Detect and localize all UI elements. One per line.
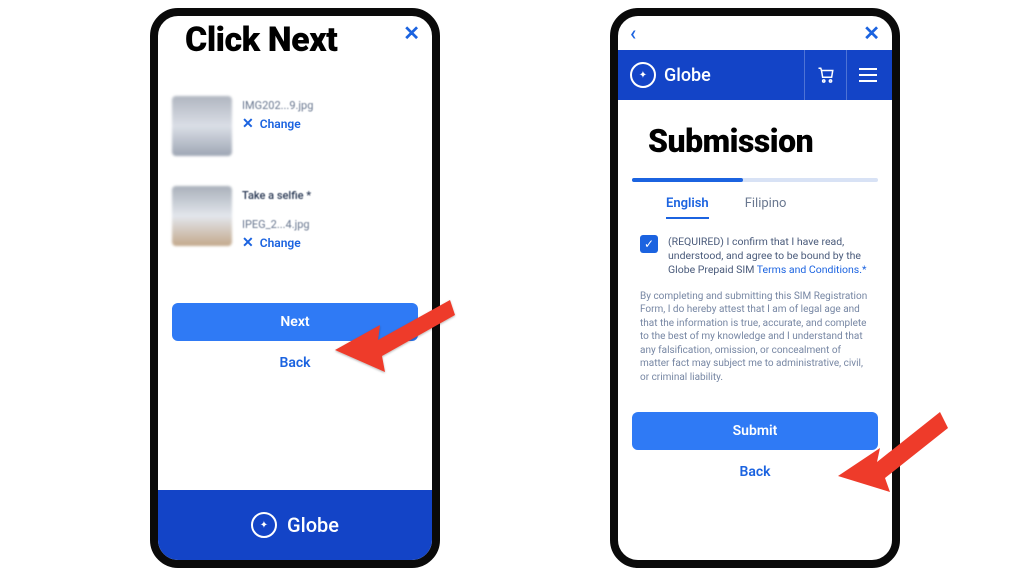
language-tabs: English Filipino	[666, 196, 892, 219]
menu-icon[interactable]	[846, 50, 888, 100]
consent-row: ✓ (REQUIRED) I confirm that I have read,…	[618, 227, 892, 282]
id-filename: IMG202...9.jpg	[242, 99, 418, 112]
cart-icon[interactable]	[804, 50, 846, 100]
selfie-thumb	[172, 186, 232, 246]
back-caret-icon[interactable]: ‹	[630, 21, 636, 45]
change-selfie-link[interactable]: Change	[260, 236, 301, 250]
remove-selfie-icon[interactable]: ✕	[242, 235, 254, 251]
remove-id-icon[interactable]: ✕	[242, 116, 254, 132]
overlay-label-right: Submission	[648, 122, 813, 160]
globe-logo-icon	[251, 512, 277, 538]
upload-selfie-row: Take a selfie * IPEG_2...4.jpg ✕ Change	[158, 180, 432, 257]
consent-checkbox[interactable]: ✓	[640, 235, 658, 253]
upload-id-row: IMG202...9.jpg ✕ Change	[158, 90, 432, 162]
brand: Globe	[630, 62, 804, 88]
arrow-to-submit-icon	[830, 398, 950, 508]
arrow-to-next-icon	[330, 280, 460, 390]
disclaimer-text: By completing and submitting this SIM Re…	[618, 282, 892, 389]
change-id-link[interactable]: Change	[260, 117, 301, 131]
progress-bar	[632, 178, 878, 182]
selfie-label: Take a selfie *	[242, 189, 418, 202]
globe-logo-icon	[630, 62, 656, 88]
selfie-filename: IPEG_2...4.jpg	[242, 218, 418, 231]
footer-brand-text: Globe	[287, 513, 339, 537]
footer-brand-bar: Globe	[158, 490, 432, 560]
tab-english[interactable]: English	[666, 196, 709, 219]
brand-text: Globe	[664, 65, 711, 86]
terms-link[interactable]: Terms and Conditions.*	[757, 263, 867, 276]
close-icon[interactable]: ✕	[863, 21, 880, 45]
overlay-label-left: Click Next	[185, 20, 337, 60]
topbar-right: ‹ ✕	[618, 16, 892, 50]
app-header: Globe	[618, 50, 892, 100]
tab-filipino[interactable]: Filipino	[745, 196, 787, 219]
id-photo-thumb	[172, 96, 232, 156]
close-icon[interactable]: ✕	[403, 21, 420, 45]
consent-text: (REQUIRED) I confirm that I have read, u…	[668, 235, 870, 278]
